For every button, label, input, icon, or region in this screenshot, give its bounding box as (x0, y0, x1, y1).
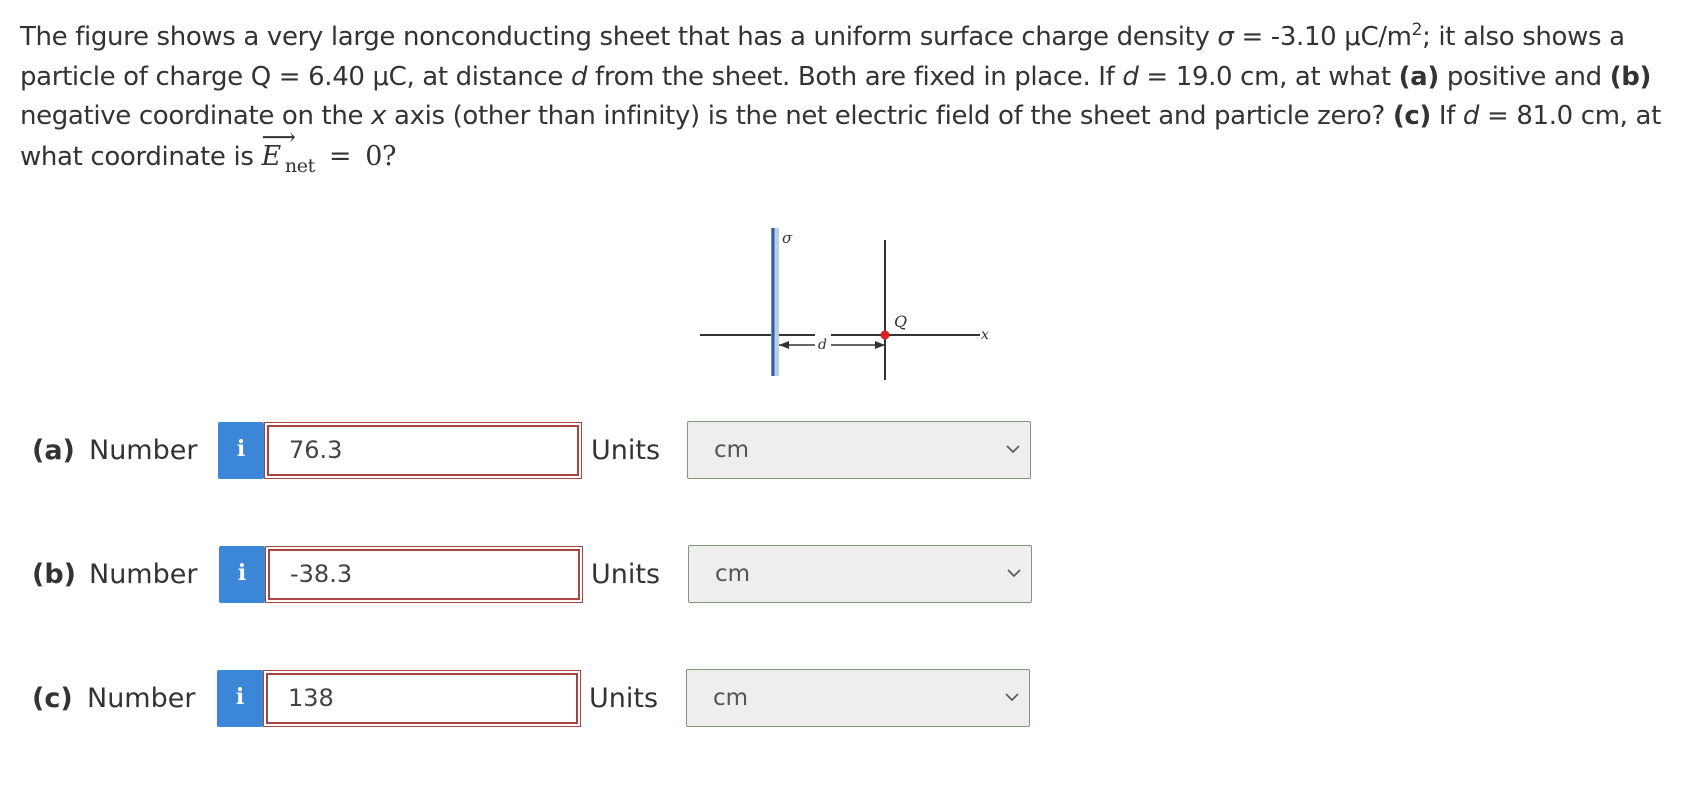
info-button[interactable]: i (217, 670, 263, 727)
sheet-charge-figure: σ y x Q d (700, 228, 989, 380)
part-label: (a) (32, 435, 75, 466)
d-variable: d (570, 61, 588, 92)
units-selected-value: cm (715, 561, 751, 587)
d-label: d (818, 337, 827, 353)
units-label: Units (589, 683, 659, 714)
problem-text: axis (other than infinity) is the net el… (386, 101, 1393, 131)
number-label: Number (89, 435, 198, 466)
chevron-down-icon (1005, 693, 1019, 702)
x-axis-label: x (981, 327, 989, 343)
problem-statement: The figure shows a very large nonconduct… (20, 18, 1700, 186)
number-input-value[interactable]: -38.3 (268, 549, 580, 600)
info-button[interactable]: i (218, 422, 264, 479)
number-input-value[interactable]: 138 (266, 673, 578, 724)
arrowhead-left-icon (779, 341, 789, 349)
d-variable: d (1122, 61, 1139, 92)
sigma-label: σ (782, 229, 793, 247)
charge-q-dot (880, 330, 890, 340)
problem-text: from the sheet. Both are fixed in place.… (587, 61, 1123, 92)
vector-arrow-icon: ⟶ (261, 122, 296, 151)
chevron-down-icon (1006, 445, 1020, 454)
units-selected-value: cm (713, 685, 749, 711)
e-vector: ⟶ E (261, 123, 295, 177)
number-input-value[interactable]: 76.3 (267, 425, 579, 476)
part-label: (c) (32, 683, 73, 714)
part-a-marker: (a) (1398, 61, 1440, 92)
number-label: Number (87, 683, 196, 714)
problem-text: = -3.10 μC/m (1233, 22, 1412, 52)
problem-text: positive and (1438, 61, 1610, 92)
problem-text: If (1430, 101, 1463, 131)
number-input-b[interactable]: -38.3 (265, 546, 583, 603)
units-select-b[interactable]: cm (688, 545, 1032, 603)
part-label: (b) (32, 559, 77, 590)
sigma-symbol: σ (1217, 22, 1234, 52)
q-label: Q (894, 312, 907, 331)
info-button[interactable]: i (219, 546, 265, 603)
units-selected-value: cm (714, 437, 750, 463)
answer-row-b: (b) Number i -38.3 Units cm (0, 545, 1708, 605)
chevron-down-icon (1007, 569, 1021, 578)
units-select-c[interactable]: cm (686, 669, 1030, 727)
problem-text: The figure shows a very large nonconduct… (20, 22, 1218, 52)
part-b-marker: (b) (1609, 61, 1652, 92)
d-variable: d (1462, 101, 1480, 131)
number-input-a[interactable]: 76.3 (264, 422, 582, 479)
problem-text: negative coordinate on the (20, 101, 372, 131)
number-label: Number (89, 559, 198, 590)
zero-value: 0? (365, 140, 397, 172)
units-select-a[interactable]: cm (687, 421, 1031, 479)
units-label: Units (591, 559, 661, 590)
number-input-c[interactable]: 138 (263, 670, 581, 727)
answer-row-a: (a) Number i 76.3 Units cm (0, 421, 1708, 481)
answer-row-c: (c) Number i 138 Units cm (0, 669, 1708, 729)
units-label: Units (591, 435, 661, 466)
exponent: 2 (1411, 20, 1423, 40)
equals-sign: = (328, 140, 352, 172)
part-c-marker: (c) (1392, 101, 1431, 131)
e-net-equation: ⟶ Enet = 0? (261, 123, 397, 177)
problem-text: = 19.0 cm, at what (1138, 61, 1399, 92)
x-variable: x (371, 101, 387, 131)
arrowhead-right-icon (875, 341, 885, 349)
net-subscript: net (284, 154, 315, 177)
